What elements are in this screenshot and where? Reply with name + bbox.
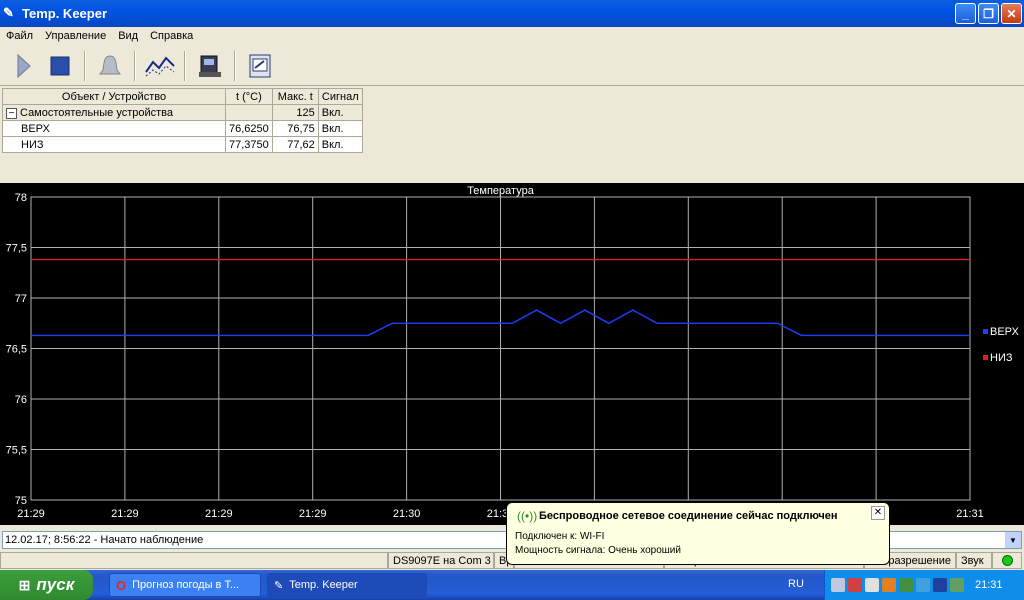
y-tick-label: 75: [15, 495, 27, 507]
task-label: Temp. Keeper: [289, 579, 358, 591]
table-header-row: Объект / Устройство t (°C) Макс. t Сигна…: [2, 88, 363, 105]
col-max[interactable]: Макс. t: [271, 88, 319, 105]
system-tray: 21:31: [824, 570, 1024, 600]
y-tick-label: 76,5: [6, 344, 27, 356]
app4-tray-icon[interactable]: [933, 578, 947, 592]
export-icon: [249, 54, 271, 77]
table-row[interactable]: НИЗ 77,3750 77,62 Вкл.: [2, 136, 363, 153]
menu-view[interactable]: Вид: [112, 30, 144, 42]
group-signal: Вкл.: [317, 104, 363, 121]
balloon-line1: Подключен к: WI-FI: [515, 531, 605, 542]
status-panel-empty: [0, 552, 388, 569]
tempkeeper-icon: ✎: [274, 579, 284, 592]
col-temp[interactable]: t (°C): [225, 88, 273, 105]
chart-title: Температура: [467, 185, 535, 197]
temperature-graph[interactable]: Температура 78 77,5 77 76,5 76 75,5 75 21:29 21:2…: [0, 183, 1024, 525]
col-object[interactable]: Объект / Устройство: [2, 88, 226, 105]
menu-file[interactable]: Файл: [0, 30, 39, 42]
x-tick-label: 21:29: [205, 508, 233, 520]
y-tick-label: 76: [15, 394, 27, 406]
task-tempkeeper[interactable]: ✎ Temp. Keeper: [267, 573, 427, 597]
menu-control[interactable]: Управление: [39, 30, 112, 42]
toolbar: [0, 46, 1024, 86]
app3-tray-icon[interactable]: [916, 578, 930, 592]
group-max: 125: [271, 104, 319, 121]
devices-icon: [199, 55, 221, 77]
alarm-button[interactable]: [92, 49, 128, 83]
start-button[interactable]: ⊞ пуск: [0, 570, 93, 600]
device-temp: 76,6250: [225, 120, 273, 137]
network-tray-icon[interactable]: [848, 578, 862, 592]
monitor-tray-icon[interactable]: [950, 578, 964, 592]
title-bar: ✎ Temp. Keeper _ ❐ ✕: [0, 0, 1024, 27]
wifi-notification-balloon[interactable]: ((•)) Беспроводное сетевое соединение се…: [506, 502, 890, 565]
device-signal: Вкл.: [317, 120, 363, 137]
play-button[interactable]: [6, 49, 42, 83]
device-temp: 77,3750: [225, 136, 273, 153]
x-tick-label: 21:29: [111, 508, 139, 520]
task-label: Прогноз погоды в Т...: [132, 579, 240, 591]
app2-tray-icon[interactable]: [899, 578, 913, 592]
device-name: ВЕРХ: [2, 120, 226, 137]
chart-icon: [145, 55, 175, 76]
language-indicator[interactable]: RU: [788, 578, 804, 590]
x-tick-label: 21:29: [17, 508, 45, 520]
balloon-close-icon[interactable]: ✕: [871, 506, 885, 520]
y-tick-label: 78: [15, 192, 27, 204]
start-label: пуск: [36, 575, 75, 594]
device-max: 77,62: [271, 136, 319, 153]
volume-tray-icon[interactable]: [865, 578, 879, 592]
legend-label: ВЕРХ: [990, 326, 1020, 338]
bell-icon: [99, 54, 121, 74]
legend-swatch: [983, 355, 988, 360]
export-button[interactable]: [242, 49, 278, 83]
window-title: Temp. Keeper: [22, 6, 108, 21]
device-signal: Вкл.: [317, 136, 363, 153]
log-text: 12.02.17; 8:56:22 - Начато наблюдение: [5, 534, 204, 546]
y-tick-label: 77: [15, 293, 27, 305]
status-led-icon: [1001, 555, 1013, 566]
table-row[interactable]: ВЕРХ 76,6250 76,75 Вкл.: [2, 120, 363, 137]
stop-button[interactable]: [42, 49, 78, 83]
devices-button[interactable]: [192, 49, 228, 83]
y-tick-label: 75,5: [6, 445, 27, 457]
y-tick-label: 77,5: [6, 243, 27, 255]
tempkeeper-tray-icon[interactable]: [831, 578, 845, 592]
menu-help[interactable]: Справка: [144, 30, 199, 42]
menu-bar: Файл Управление Вид Справка: [0, 27, 1024, 45]
app-icon: ✎: [3, 5, 14, 20]
x-tick-label: 21:31: [956, 508, 984, 520]
status-indicator: [992, 552, 1022, 569]
legend-swatch: [983, 329, 988, 334]
status-sound: Звук: [956, 552, 992, 569]
legend-label: НИЗ: [990, 352, 1013, 364]
opera-icon: O: [116, 577, 127, 593]
group-name: Самостоятельные устройства: [20, 106, 173, 119]
taskbar: ⊞ пуск O Прогноз погоды в Т... ✎ Temp. K…: [0, 570, 1024, 600]
collapse-icon[interactable]: −: [6, 107, 17, 119]
chart-svg: Температура7877,57776,57675,57521:29 21:2…: [6, 185, 1020, 520]
play-icon: [17, 53, 31, 78]
close-button[interactable]: ✕: [1001, 3, 1022, 24]
chart-button[interactable]: [142, 49, 178, 83]
clock[interactable]: 21:31: [975, 579, 1003, 591]
group-row[interactable]: − Самостоятельные устройства 125 Вкл.: [2, 104, 363, 121]
minimize-button[interactable]: _: [955, 3, 976, 24]
device-max: 76,75: [271, 120, 319, 137]
wireless-icon: ((•)): [517, 509, 538, 523]
x-tick-label: 21:30: [393, 508, 421, 520]
col-signal[interactable]: Сигнал: [317, 88, 363, 105]
app-tray-icon[interactable]: [882, 578, 896, 592]
balloon-title: Беспроводное сетевое соединение сейчас п…: [539, 510, 838, 522]
restore-button[interactable]: ❐: [978, 3, 999, 24]
device-table: Объект / Устройство t (°C) Макс. t Сигна…: [2, 88, 363, 153]
balloon-line2: Мощность сигнала: Очень хороший: [515, 545, 681, 556]
status-port: DS9097E на Com 3: [388, 552, 494, 569]
device-name: НИЗ: [2, 136, 226, 153]
dropdown-arrow-icon[interactable]: ▼: [1005, 532, 1021, 548]
task-browser[interactable]: O Прогноз погоды в Т...: [109, 573, 261, 597]
windows-logo-icon: ⊞: [18, 576, 31, 593]
x-tick-label: 21:29: [299, 508, 327, 520]
stop-icon: [50, 56, 70, 75]
